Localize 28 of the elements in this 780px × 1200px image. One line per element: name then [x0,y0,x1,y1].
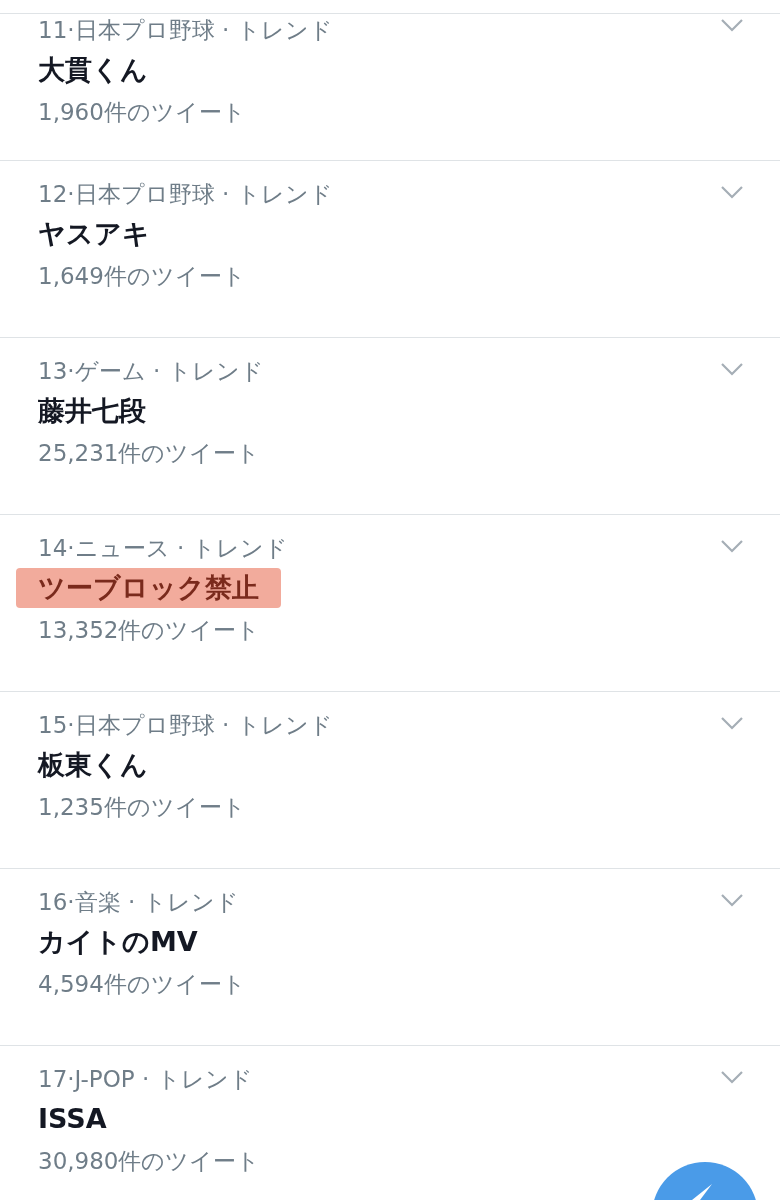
trend-category: 14·ニュース · トレンド [38,534,288,563]
chevron-down-icon[interactable] [720,716,744,730]
tweet-count: 1,235件のツイート [38,793,246,822]
tweet-count: 13,352件のツイート [38,616,261,645]
chevron-down-icon[interactable] [720,893,744,907]
chevron-down-icon[interactable] [720,1070,744,1084]
chevron-down-icon[interactable] [720,539,744,553]
tweet-count: 30,980件のツイート [38,1147,261,1176]
trend-title[interactable]: ヤスアキ [16,214,172,254]
chevron-down-icon[interactable] [720,185,744,199]
trend-title[interactable]: 藤井七段 [16,391,168,431]
trend-category: 17·J-POP · トレンド [38,1065,253,1094]
tweet-count: 4,594件のツイート [38,970,246,999]
trend-title[interactable]: 大貫くん [16,50,170,90]
trend-title[interactable]: 板東くん [16,745,170,785]
tweet-count: 1,649件のツイート [38,262,246,291]
tweet-count: 1,960件のツイート [38,98,246,127]
highlighted-trend-title[interactable]: ツーブロック禁止 [16,568,281,608]
tweet-count: 25,231件のツイート [38,439,261,468]
chevron-down-icon[interactable] [720,18,744,32]
trend-category: 16·音楽 · トレンド [38,888,239,917]
trend-category: 11·日本プロ野球 · トレンド [38,16,333,45]
trend-category: 15·日本プロ野球 · トレンド [38,711,333,740]
trend-title[interactable]: ISSA [16,1099,129,1139]
trend-title[interactable]: カイトのMV [16,922,220,962]
trend-category: 13·ゲーム · トレンド [38,357,264,386]
chevron-down-icon[interactable] [720,362,744,376]
trend-category: 12·日本プロ野球 · トレンド [38,180,333,209]
